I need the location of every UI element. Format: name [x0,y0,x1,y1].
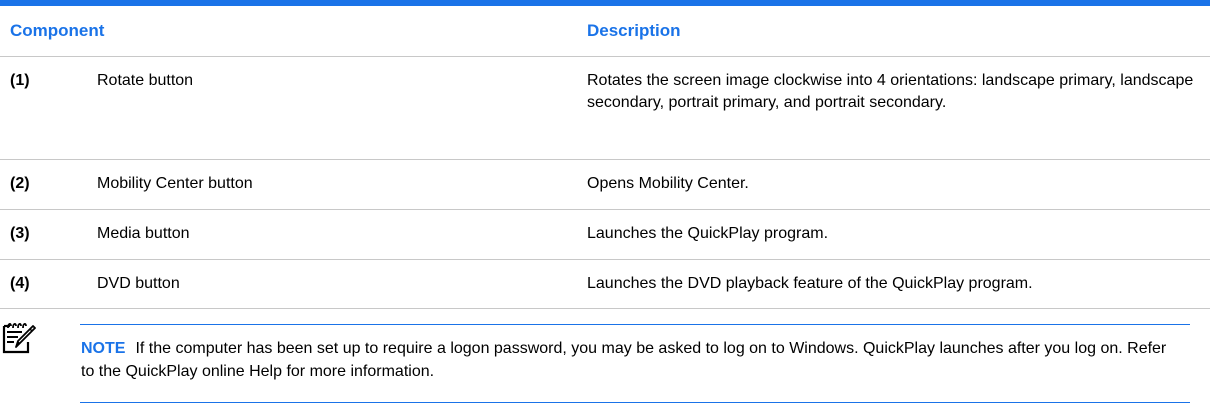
component-description: Launches the DVD playback feature of the… [587,275,1033,292]
table-row: (1) Rotate button Rotates the screen ima… [0,57,1210,160]
table-row: (3) Media button Launches the QuickPlay … [0,210,1210,260]
component-number: (3) [10,225,30,242]
component-column-header: Component [10,21,105,40]
component-name: Mobility Center button [97,175,253,192]
table-header-row: Component Description [0,6,1210,57]
component-number: (2) [10,175,30,192]
note-bottom-rule [80,402,1190,403]
component-description: Opens Mobility Center. [587,175,749,192]
note-pencil-icon [2,320,36,354]
component-name: Rotate button [97,72,194,89]
component-name: DVD button [97,275,180,292]
component-name: Media button [97,225,190,242]
note-text: NOTE If the computer has been set up to r… [81,337,1181,383]
component-description: Rotates the screen image clockwise into … [587,72,1194,111]
component-number: (1) [10,72,30,89]
note-label: NOTE [81,340,126,357]
table-row: (2) Mobility Center button Opens Mobilit… [0,160,1210,210]
table-row: (4) DVD button Launches the DVD playback… [0,260,1210,309]
component-number: (4) [10,275,30,292]
note-box: NOTE If the computer has been set up to r… [0,320,1210,416]
note-top-rule [80,324,1190,325]
component-table: Component Description (1) Rotate button … [0,0,1210,309]
description-column-header: Description [587,21,681,40]
component-description: Launches the QuickPlay program. [587,225,829,242]
note-body: If the computer has been set up to requi… [81,340,1167,380]
